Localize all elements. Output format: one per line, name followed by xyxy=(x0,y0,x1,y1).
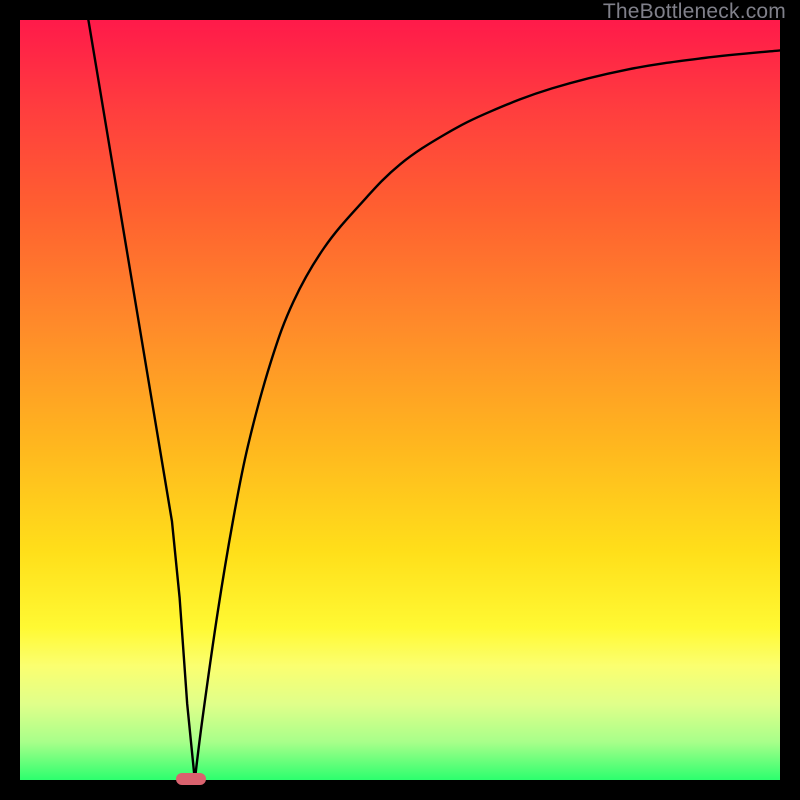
plot-gradient-background xyxy=(20,20,780,780)
minimum-marker xyxy=(176,773,206,785)
watermark-text: TheBottleneck.com xyxy=(603,0,786,24)
chart-container: TheBottleneck.com xyxy=(0,0,800,800)
